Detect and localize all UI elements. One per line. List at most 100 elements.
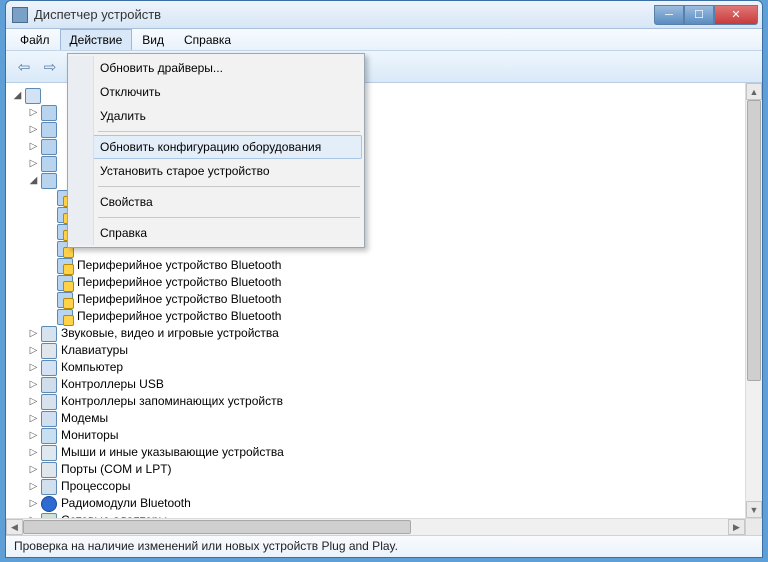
menu-scan-hardware[interactable]: Обновить конфигурацию оборудования: [70, 135, 362, 159]
keyboard-icon: [41, 343, 57, 359]
menu-help[interactable]: Справка: [174, 29, 241, 50]
scroll-thumb[interactable]: [23, 520, 411, 534]
expand-icon[interactable]: ▷: [28, 141, 39, 152]
expand-icon[interactable]: ▷: [28, 464, 39, 475]
window-buttons: ─ ☐ ✕: [654, 5, 758, 25]
statusbar: Проверка на наличие изменений или новых …: [6, 535, 762, 557]
tree-node-keyboards[interactable]: ▷ Клавиатуры: [28, 342, 745, 359]
tree-node-computer[interactable]: ▷ Компьютер: [28, 359, 745, 376]
scroll-up-button[interactable]: ▲: [746, 83, 762, 100]
menu-separator: [98, 217, 360, 218]
expand-icon[interactable]: ▷: [28, 413, 39, 424]
nav-back-button[interactable]: ⇦: [12, 56, 36, 78]
menu-separator: [98, 186, 360, 187]
window-title: Диспетчер устройств: [34, 7, 654, 22]
port-icon: [41, 462, 57, 478]
device-icon: [41, 105, 57, 121]
expand-icon[interactable]: ▷: [28, 396, 39, 407]
collapse-icon[interactable]: ◢: [12, 90, 23, 101]
device-icon: [41, 139, 57, 155]
tree-label: Компьютер: [59, 359, 123, 376]
usb-icon: [41, 377, 57, 393]
tree-node-btradios[interactable]: ▷ Радиомодули Bluetooth: [28, 495, 745, 512]
expand-icon[interactable]: ▷: [28, 515, 39, 518]
expand-icon[interactable]: ▷: [28, 481, 39, 492]
device-icon: [41, 156, 57, 172]
scroll-down-button[interactable]: ▼: [746, 501, 762, 518]
expand-icon[interactable]: ▷: [28, 107, 39, 118]
minimize-button[interactable]: ─: [654, 5, 684, 25]
menu-help[interactable]: Справка: [70, 221, 362, 245]
tree-label: Клавиатуры: [59, 342, 128, 359]
scroll-right-button[interactable]: ▶: [728, 519, 745, 535]
tree-item-bt[interactable]: Периферийное устройство Bluetooth: [44, 274, 745, 291]
tree-label: Модемы: [59, 410, 108, 427]
tree-node-audio[interactable]: ▷ Звуковые, видео и игровые устройства: [28, 325, 745, 342]
tree-label: Периферийное устройство Bluetooth: [75, 274, 281, 291]
window-frame: Диспетчер устройств ─ ☐ ✕ Файл Действие …: [5, 0, 763, 558]
tree-node-ports[interactable]: ▷Порты (COM и LPT): [28, 461, 745, 478]
monitor-icon: [41, 428, 57, 444]
menu-install-legacy[interactable]: Установить старое устройство: [70, 159, 362, 183]
expand-icon[interactable]: ▷: [28, 362, 39, 373]
mouse-icon: [41, 445, 57, 461]
audio-icon: [41, 326, 57, 342]
vertical-scrollbar[interactable]: ▲ ▼: [745, 83, 762, 518]
tree-node-cpus[interactable]: ▷Процессоры: [28, 478, 745, 495]
collapse-icon[interactable]: ◢: [28, 175, 39, 186]
menu-update-drivers[interactable]: Обновить драйверы...: [70, 56, 362, 80]
device-warning-icon: [57, 309, 73, 325]
horizontal-scrollbar[interactable]: ◀ ▶: [6, 518, 762, 535]
scroll-track[interactable]: [746, 100, 762, 501]
storage-icon: [41, 394, 57, 410]
maximize-button[interactable]: ☐: [684, 5, 714, 25]
tree-label: Периферийное устройство Bluetooth: [75, 291, 281, 308]
network-icon: [41, 513, 57, 519]
status-text: Проверка на наличие изменений или новых …: [14, 539, 398, 553]
tree-node-usb[interactable]: ▷Контроллеры USB: [28, 376, 745, 393]
tree-label: Радиомодули Bluetooth: [59, 495, 191, 512]
menubar: Файл Действие Вид Справка: [6, 29, 762, 51]
menu-properties[interactable]: Свойства: [70, 190, 362, 214]
menu-delete[interactable]: Удалить: [70, 104, 362, 128]
tree-label: Мониторы: [59, 427, 118, 444]
scroll-track[interactable]: [23, 519, 728, 535]
expand-icon[interactable]: ▷: [28, 447, 39, 458]
tree-item-bt[interactable]: Периферийное устройство Bluetooth: [44, 257, 745, 274]
tree-item-bt[interactable]: Периферийное устройство Bluetooth: [44, 291, 745, 308]
computer-icon: [41, 360, 57, 376]
tree-node-modems[interactable]: ▷ Модемы: [28, 410, 745, 427]
device-icon: [41, 122, 57, 138]
tree-node-monitors[interactable]: ▷ Мониторы: [28, 427, 745, 444]
nav-forward-button[interactable]: ⇨: [38, 56, 62, 78]
tree-label: Периферийное устройство Bluetooth: [75, 257, 281, 274]
expand-icon[interactable]: ▷: [28, 124, 39, 135]
tree-item-bt[interactable]: Периферийное устройство Bluetooth: [44, 308, 745, 325]
expand-icon[interactable]: ▷: [28, 498, 39, 509]
menu-view[interactable]: Вид: [132, 29, 174, 50]
scroll-thumb[interactable]: [747, 100, 761, 381]
tree-label: Мыши и иные указывающие устройства: [59, 444, 284, 461]
expand-icon[interactable]: ▷: [28, 158, 39, 169]
menu-action[interactable]: Действие: [60, 29, 133, 50]
tree-node-mice[interactable]: ▷ Мыши и иные указывающие устройства: [28, 444, 745, 461]
menu-file[interactable]: Файл: [10, 29, 60, 50]
expand-icon[interactable]: ▷: [28, 345, 39, 356]
cpu-icon: [41, 479, 57, 495]
tree-node-storage[interactable]: ▷Контроллеры запоминающих устройств: [28, 393, 745, 410]
titlebar[interactable]: Диспетчер устройств ─ ☐ ✕: [6, 1, 762, 29]
expand-icon[interactable]: ▷: [28, 379, 39, 390]
menu-disable[interactable]: Отключить: [70, 80, 362, 104]
expand-icon[interactable]: ▷: [28, 430, 39, 441]
bluetooth-icon: [41, 496, 57, 512]
device-icon: [41, 173, 57, 189]
tree-label: Звуковые, видео и игровые устройства: [59, 325, 279, 342]
expand-icon[interactable]: ▷: [28, 328, 39, 339]
close-button[interactable]: ✕: [714, 5, 758, 25]
app-icon: [12, 7, 28, 23]
action-menu: Обновить драйверы... Отключить Удалить О…: [67, 53, 365, 248]
device-warning-icon: [57, 292, 73, 308]
tree-node-net[interactable]: ▷Сетевые адаптеры: [28, 512, 745, 518]
tree-label: Периферийное устройство Bluetooth: [75, 308, 281, 325]
scroll-left-button[interactable]: ◀: [6, 519, 23, 535]
